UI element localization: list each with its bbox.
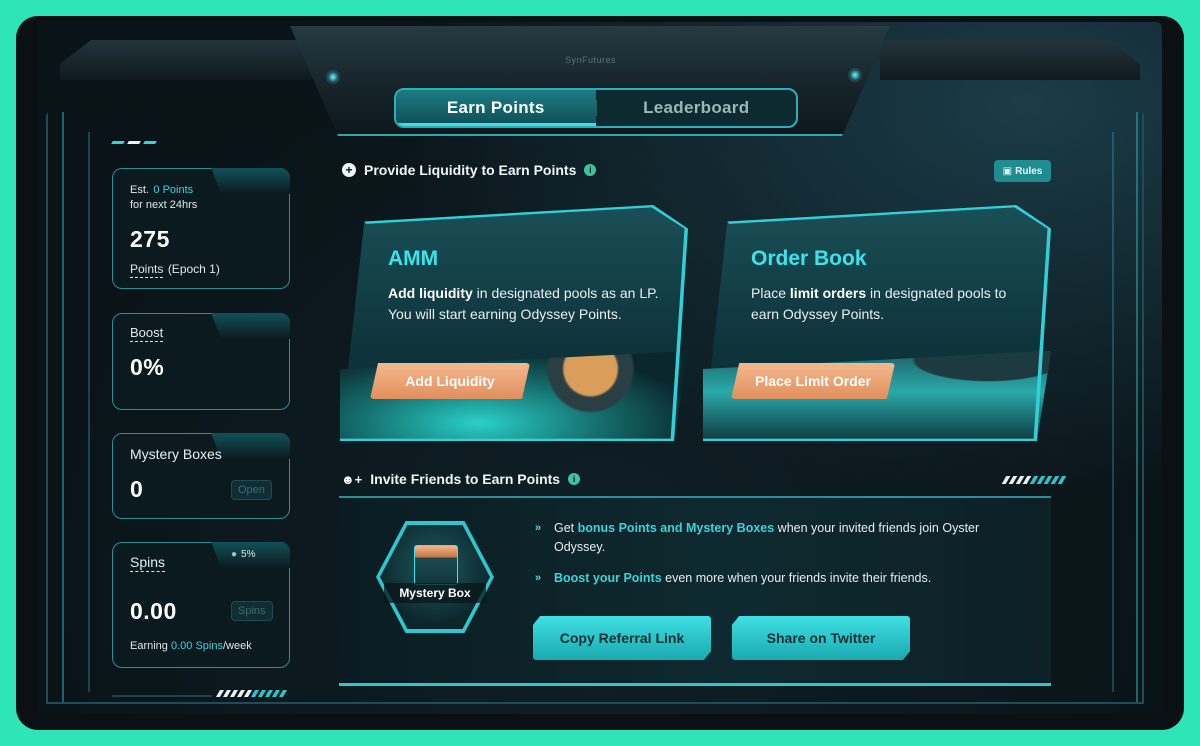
- amm-desc-bold: Add liquidity: [388, 285, 473, 301]
- epoch-label: (Epoch 1): [167, 262, 220, 276]
- plus-circle-icon: +: [342, 163, 356, 177]
- invite-section-title: Invite Friends to Earn Points: [370, 471, 561, 487]
- header-wing-right: [880, 40, 1140, 80]
- invite-bullet-2: » Boost your Points even more when your …: [535, 569, 1005, 588]
- points-value: 275: [130, 226, 170, 252]
- points-estimate: Est. 0 Points for next 24hrs: [130, 182, 197, 212]
- place-limit-order-button[interactable]: Place Limit Order: [731, 363, 895, 399]
- copy-referral-label: Copy Referral Link: [559, 630, 685, 646]
- spins-label[interactable]: Spins: [130, 554, 166, 572]
- rules-button[interactable]: ▣ Rules: [994, 160, 1051, 182]
- bullet1-pre: Get: [554, 521, 578, 535]
- main-tabs: Earn Points Leaderboard: [394, 88, 798, 128]
- info-icon[interactable]: i: [568, 473, 581, 485]
- bullet1-highlight: bonus Points and Mystery Boxes: [577, 521, 775, 535]
- header-wing-left: [60, 40, 320, 80]
- spins-value: 0.00: [130, 598, 177, 624]
- liquidity-section-title: Provide Liquidity to Earn Points: [364, 162, 577, 178]
- mystery-boxes-label: Mystery Boxes: [130, 446, 222, 462]
- coin-icon: ●: [231, 549, 238, 560]
- amm-description: Add liquidity in designated pools as an …: [388, 283, 668, 325]
- amm-card: AMM Add liquidity in designated pools as…: [340, 205, 688, 441]
- boost-label[interactable]: Boost: [130, 325, 164, 342]
- hud-line-right: [1136, 112, 1138, 702]
- estimate-suffix: for next 24hrs: [130, 199, 198, 211]
- decor-line-bottom-left: [112, 695, 212, 697]
- decor-stripes-right: [1001, 476, 1067, 484]
- boost-value: 0%: [130, 354, 165, 380]
- boost-card: Boost 0%: [112, 313, 290, 410]
- invite-bullet-1: » Get bonus Points and Mystery Boxes whe…: [535, 519, 1005, 557]
- spins-badge: ● 5%: [231, 549, 256, 560]
- spins-card: Spins ● 5% 0.00 Spins Earning 0.00 Spins…: [112, 542, 290, 668]
- earning-suffix: /week: [222, 640, 252, 652]
- earning-value: 0.00 Spins: [170, 640, 223, 652]
- hud-line-right-inner: [1112, 132, 1114, 692]
- card-corner-decor: [211, 313, 290, 339]
- header-led-left: [326, 70, 340, 84]
- book-icon: ▣: [1002, 165, 1013, 177]
- orderbook-desc-pre: Place: [751, 285, 790, 301]
- earning-prefix: Earning: [130, 640, 168, 652]
- info-icon[interactable]: i: [584, 164, 597, 176]
- liquidity-section-header: + Provide Liquidity to Earn Points i: [342, 162, 597, 178]
- orderbook-desc-bold: limit orders: [789, 285, 867, 301]
- add-user-icon: ☻+: [341, 471, 363, 487]
- header-led-right: [848, 68, 862, 82]
- estimate-value: 0 Points: [153, 184, 194, 196]
- tab-leaderboard[interactable]: Leaderboard: [597, 90, 797, 126]
- invite-panel-bottom-bar: [339, 683, 1051, 686]
- hud-line-left-inner: [88, 132, 90, 692]
- open-button[interactable]: Open: [231, 480, 272, 500]
- spins-label-wrap: Spins: [130, 554, 166, 572]
- chevron-double-right-icon: »: [535, 572, 542, 584]
- orderbook-description: Place limit orders in designated pools t…: [751, 283, 1031, 325]
- tab-earn-points[interactable]: Earn Points: [396, 90, 596, 126]
- invite-section-header: ☻+ Invite Friends to Earn Points i: [341, 471, 581, 487]
- spins-button[interactable]: Spins: [231, 601, 273, 621]
- spins-badge-value: 5%: [241, 549, 256, 560]
- mystery-boxes-value: 0: [130, 476, 144, 502]
- chevron-double-right-icon: »: [535, 522, 542, 534]
- orderbook-title: Order Book: [751, 247, 867, 270]
- brand-logo: SynFutures: [565, 55, 617, 65]
- points-card: Est. 0 Points for next 24hrs 275 Points …: [112, 168, 290, 289]
- amm-title: AMM: [388, 247, 439, 270]
- earning-rate: Earning 0.00 Spins/week: [130, 640, 252, 652]
- points-label: Points (Epoch 1): [130, 260, 220, 278]
- points-link[interactable]: Points: [130, 262, 164, 278]
- bullet2-post: even more when your friends invite their…: [661, 571, 932, 585]
- mystery-box-icon: [414, 545, 458, 585]
- rules-label: Rules: [1015, 165, 1043, 177]
- decor-stripes-bottom-left: [215, 690, 288, 697]
- boost-label-wrap: Boost: [130, 324, 164, 342]
- add-liquidity-button[interactable]: Add Liquidity: [370, 363, 530, 399]
- orderbook-card: Order Book Place limit orders in designa…: [703, 205, 1051, 441]
- share-twitter-label: Share on Twitter: [766, 630, 876, 646]
- hud-line-left: [62, 112, 64, 702]
- decor-stripes-top-left: [111, 141, 157, 144]
- card-corner-decor: [211, 168, 290, 194]
- bullet2-highlight: Boost your Points: [554, 571, 662, 585]
- copy-referral-link-button[interactable]: Copy Referral Link: [533, 616, 711, 660]
- share-on-twitter-button[interactable]: Share on Twitter: [732, 616, 910, 660]
- estimate-prefix: Est.: [130, 184, 149, 196]
- mystery-box-label: Mystery Box: [384, 583, 486, 603]
- mystery-boxes-card: Mystery Boxes 0 Open: [112, 433, 290, 519]
